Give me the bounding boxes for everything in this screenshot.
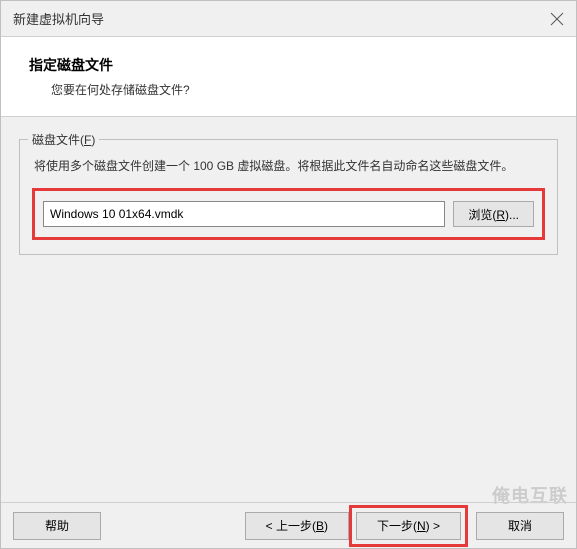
header-subtitle: 您要在何处存储磁盘文件? [51,81,556,98]
disk-file-input[interactable] [43,201,445,227]
next-button[interactable]: 下一步(N) > [356,512,461,540]
wizard-window: 新建虚拟机向导 指定磁盘文件 您要在何处存储磁盘文件? 磁盘文件(F) 将使用多… [0,0,577,549]
disk-file-fieldset: 磁盘文件(F) 将使用多个磁盘文件创建一个 100 GB 虚拟磁盘。将根据此文件… [19,139,558,255]
header-title: 指定磁盘文件 [29,55,556,75]
fieldset-legend: 磁盘文件(F) [28,131,99,148]
footer-right: < 上一步(B) 下一步(N) > 取消 [245,505,564,547]
footer-left: 帮助 [13,512,101,540]
cancel-button[interactable]: 取消 [476,512,564,540]
next-highlight-box: 下一步(N) > [349,505,468,547]
wizard-header: 指定磁盘文件 您要在何处存储磁盘文件? [1,37,576,117]
window-title: 新建虚拟机向导 [13,9,104,28]
help-button[interactable]: 帮助 [13,512,101,540]
content-area: 磁盘文件(F) 将使用多个磁盘文件创建一个 100 GB 虚拟磁盘。将根据此文件… [1,117,576,265]
fieldset-description: 将使用多个磁盘文件创建一个 100 GB 虚拟磁盘。将根据此文件名自动命名这些磁… [32,154,545,176]
footer: 帮助 < 上一步(B) 下一步(N) > 取消 [1,502,576,548]
back-button[interactable]: < 上一步(B) [245,512,349,540]
browse-button[interactable]: 浏览(R)... [453,201,534,227]
input-highlight-box: 浏览(R)... [32,188,545,240]
close-icon[interactable] [550,12,564,26]
titlebar: 新建虚拟机向导 [1,1,576,37]
